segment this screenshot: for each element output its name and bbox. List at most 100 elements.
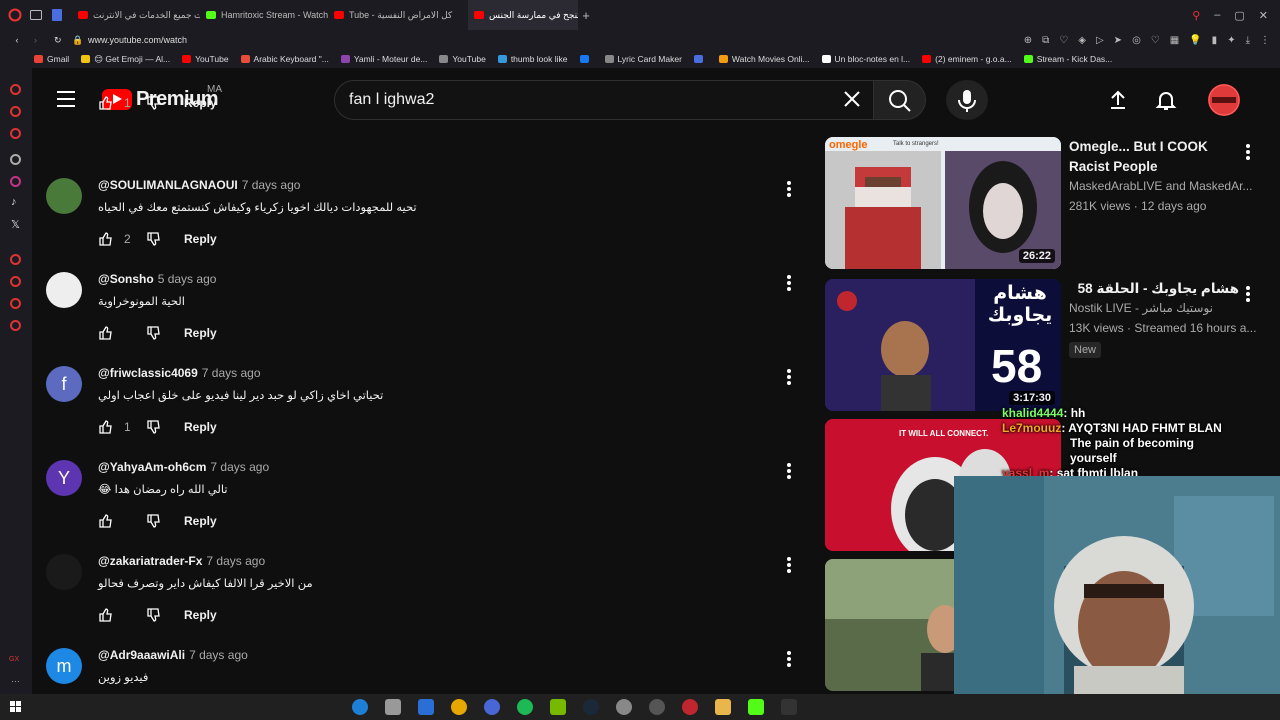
comment-author[interactable]: @Sonsho	[98, 272, 154, 286]
opera-menu-icon[interactable]	[0, 0, 30, 30]
download-icon[interactable]: ⤓	[1246, 35, 1250, 46]
snapshot-icon[interactable]: ⧉	[1042, 35, 1049, 46]
forward-icon[interactable]: ›	[34, 35, 54, 45]
account-avatar[interactable]	[1208, 84, 1240, 116]
comment-time[interactable]: 7 days ago	[242, 178, 301, 192]
bookmark-item[interactable]: Un bloc-notes en l...	[821, 54, 910, 64]
notifications-bell-icon[interactable]	[1154, 88, 1178, 112]
create-upload-icon[interactable]	[1106, 88, 1130, 112]
reload-icon[interactable]: ↻	[54, 35, 72, 46]
back-icon[interactable]: ‹	[0, 35, 34, 45]
bookmark-item[interactable]	[693, 55, 707, 63]
video-more-icon[interactable]	[1243, 143, 1253, 161]
reply-button[interactable]: Reply	[184, 608, 217, 622]
history-icon[interactable]	[10, 254, 21, 265]
reply-button[interactable]: Reply	[184, 232, 217, 246]
search-tabs-icon[interactable]: ⚲	[1192, 9, 1200, 22]
play-icon[interactable]: ▷	[1096, 35, 1104, 46]
nvidia-icon[interactable]	[550, 699, 566, 715]
comment-time[interactable]: 7 days ago	[210, 460, 269, 474]
gx-icon[interactable]: GX	[9, 656, 19, 663]
commenter-avatar[interactable]	[46, 554, 82, 590]
comment-more-icon[interactable]	[782, 462, 796, 480]
reply-button[interactable]: Reply	[184, 420, 217, 434]
wallet-icon[interactable]: ▦	[1170, 35, 1179, 46]
like-icon[interactable]	[98, 231, 114, 247]
commenter-avatar[interactable]: m	[46, 648, 82, 684]
dislike-icon[interactable]	[146, 607, 162, 623]
video-thumbnail[interactable]: omegle Talk to strangers! 26:22	[825, 137, 1061, 269]
close-window-icon[interactable]: ✕	[1259, 9, 1268, 22]
clock-icon[interactable]	[10, 276, 21, 287]
bookmark-item[interactable]: YouTube	[182, 54, 229, 64]
bookmark-item[interactable]: Yamli - Moteur de...	[340, 54, 427, 64]
search-button[interactable]	[874, 80, 926, 120]
steam-icon[interactable]	[583, 699, 599, 715]
sidebar-icon-1[interactable]	[10, 84, 21, 95]
like-icon[interactable]	[98, 607, 114, 623]
tab-2[interactable]: Hamritoxic Stream - Watch	[200, 0, 328, 30]
comment-time[interactable]: 7 days ago	[189, 648, 248, 662]
comment-author[interactable]: @friwclassic4069	[98, 366, 198, 380]
bookmark-item[interactable]: YouTube	[439, 54, 486, 64]
x-icon[interactable]: 𝕏	[11, 218, 20, 231]
kick-taskbar-icon[interactable]	[748, 699, 764, 715]
commenter-avatar[interactable]	[46, 178, 82, 214]
maximize-icon[interactable]: ▢	[1234, 9, 1244, 22]
url-field[interactable]: www.youtube.com/watch	[88, 35, 187, 45]
obs-icon[interactable]	[649, 699, 665, 715]
extensions-icon[interactable]: ✦	[1227, 35, 1235, 46]
bookmark-item[interactable]: 😊 Get Emoji — Al...	[81, 54, 170, 65]
bookmark-item[interactable]: Watch Movies Onli...	[718, 54, 810, 64]
reply-button[interactable]: Reply	[184, 326, 217, 340]
tab-manager-icon[interactable]	[30, 0, 52, 30]
like-icon[interactable]	[98, 325, 114, 341]
file-explorer-icon[interactable]	[715, 699, 731, 715]
shield-icon[interactable]: ◈	[1078, 35, 1086, 46]
bookmark-item[interactable]: Gmail	[34, 54, 69, 64]
sidebar-icon-2[interactable]	[10, 106, 21, 117]
video-channel[interactable]: MaskedArabLIVE and MaskedAr...	[1069, 179, 1252, 193]
video-thumbnail[interactable]: هشام يجاوبك 58 3:17:30	[825, 279, 1061, 411]
bookmark-icon[interactable]: ♡	[1059, 35, 1068, 46]
store-icon[interactable]	[418, 699, 434, 715]
commenter-avatar[interactable]: f	[46, 366, 82, 402]
comment-author[interactable]: @Adr9aaawiAli	[98, 648, 185, 662]
chatgpt-icon[interactable]	[10, 154, 21, 165]
app3-icon[interactable]	[781, 699, 797, 715]
bookmark-item[interactable]	[579, 55, 593, 63]
bookmark-item[interactable]: (2) eminem - g.o.a...	[922, 54, 1012, 64]
camera-icon[interactable]: ◎	[1132, 35, 1141, 46]
opera-gx-taskbar-icon[interactable]	[682, 699, 698, 715]
sidebar-icon-3[interactable]	[10, 128, 21, 139]
bookmark-item[interactable]: Arabic Keyboard "...	[240, 54, 329, 64]
browser-icon[interactable]	[484, 699, 500, 715]
comment-author[interactable]: @YahyaAm-oh6cm	[98, 460, 206, 474]
instagram-icon[interactable]	[10, 176, 21, 187]
comment-more-icon[interactable]	[782, 274, 796, 292]
comment-author[interactable]: @zakariatrader-Fx	[98, 554, 202, 568]
spotify-icon[interactable]	[517, 699, 533, 715]
dislike-icon[interactable]	[146, 95, 162, 111]
commenter-avatar[interactable]	[46, 272, 82, 308]
comment-more-icon[interactable]	[782, 180, 796, 198]
app-icon[interactable]	[385, 699, 401, 715]
chrome-icon[interactable]	[451, 699, 467, 715]
tiktok-icon[interactable]: ♪	[11, 196, 17, 208]
comment-time[interactable]: 5 days ago	[158, 272, 217, 286]
video-more-icon[interactable]	[1243, 285, 1253, 303]
comment-more-icon[interactable]	[782, 556, 796, 574]
new-tab-button[interactable]: +	[578, 8, 594, 23]
hamburger-menu-icon[interactable]	[57, 91, 75, 107]
video-channel[interactable]: Nostik LIVE - نوستيك مباشر	[1069, 301, 1213, 315]
bookmark-item[interactable]: thumb look like	[497, 54, 568, 64]
bookmark-item[interactable]: Stream - Kick Das...	[1023, 54, 1112, 64]
tab-1[interactable]: جربت جميع الخدمات في الانترنت	[72, 0, 200, 30]
menu-icon[interactable]: ⋮	[1260, 35, 1270, 46]
edge-icon[interactable]	[352, 699, 368, 715]
downloads-icon[interactable]	[10, 298, 21, 309]
search-input[interactable]: fan l ighwa2	[334, 80, 874, 120]
send-icon[interactable]: ➤	[1114, 35, 1122, 46]
dislike-icon[interactable]	[146, 325, 162, 341]
like-icon[interactable]	[98, 419, 114, 435]
